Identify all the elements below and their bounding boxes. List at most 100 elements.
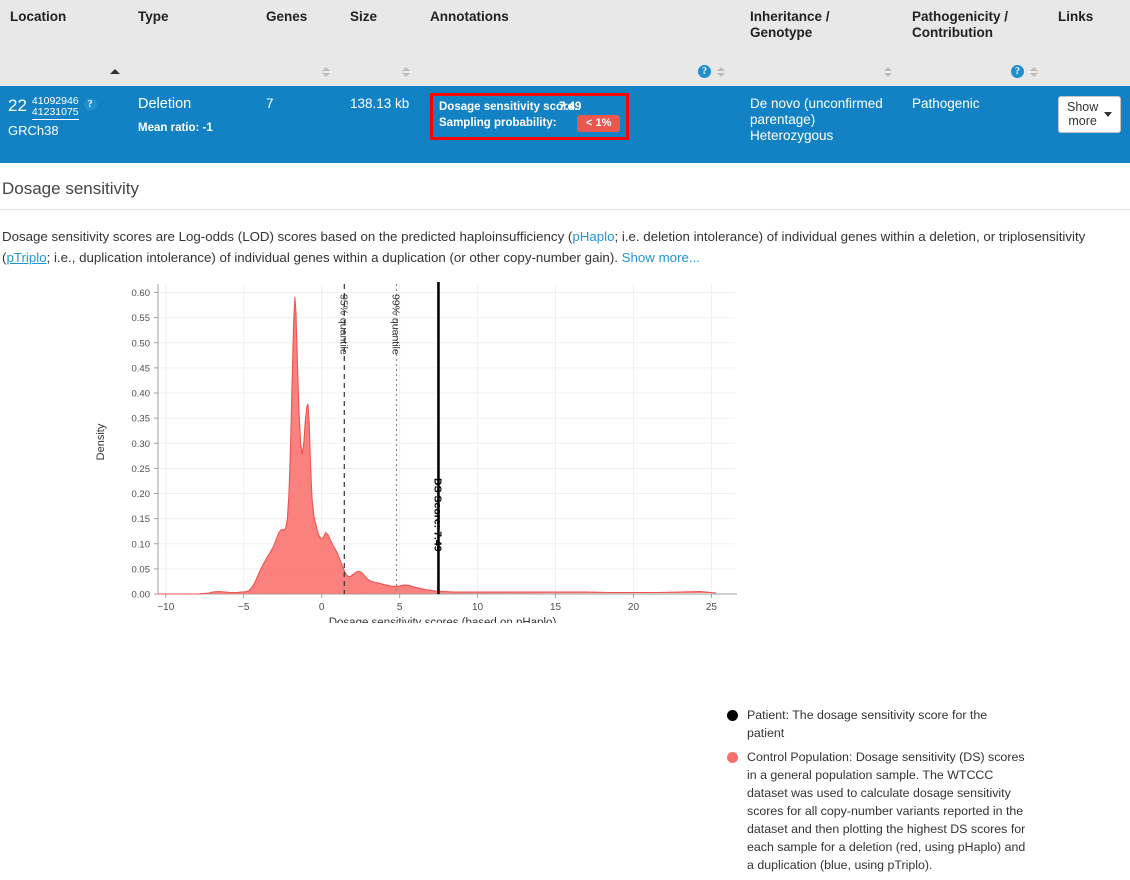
density-plot-svg: 0.00 0.05 0.10 0.15 0.20 0.25 0.30 0.35 0.40 0.45… [95,282,737,623]
annotation-dosage-score-value: 7.49 [559,101,582,113]
svg-text:−5: −5 [238,602,250,613]
svg-text:−10: −10 [157,602,174,613]
sort-cell-annotations: ? [420,57,740,86]
variant-table: Location Type Genes Size Annotations Inh… [0,0,1130,163]
svg-text:0.45: 0.45 [132,363,151,374]
svg-text:0.50: 0.50 [132,338,151,349]
sort-ascending-icon[interactable] [110,69,120,74]
column-header-location[interactable]: Location [0,0,128,57]
svg-text:0.15: 0.15 [132,514,151,525]
legend-label: Control Population: Dosage sensitivity (… [747,750,1026,872]
svg-text:0.05: 0.05 [132,564,151,575]
sort-cell-links [1048,57,1130,86]
legend-label: Patient: The dosage sensitivity score fo… [747,708,988,740]
svg-text:Dosage sensitivity scores (bas: Dosage sensitivity scores (based on pHap… [329,617,557,623]
desc-part-1: Dosage sensitivity scores are Log-odds (… [2,229,573,244]
cell-type: Deletion Mean ratio: -1 [128,86,256,163]
svg-text:0.00: 0.00 [132,590,151,601]
dosage-sensitivity-section: Dosage sensitivity Dosage sensitivity sc… [0,163,1130,268]
chevron-down-icon [1104,111,1113,117]
mean-ratio: Mean ratio: -1 [138,122,213,134]
cell-annotations: Dosage sensitivity score: 7.49 Sampling … [420,86,740,163]
show-more-button[interactable]: Show more [1058,96,1122,133]
show-more-label: Show more [1067,100,1099,128]
dosage-sensitivity-chart: 0.00 0.05 0.10 0.15 0.20 0.25 0.30 0.35 0.40 0.45… [0,274,1130,872]
sort-cell-pathogenicity: ? [902,57,1048,86]
cell-inheritance: De novo (unconfirmed parentage) Heterozy… [740,86,902,163]
legend-color-dot [727,752,738,763]
svg-text:DS Score: 7.49: DS Score: 7.49 [431,478,443,552]
table-sort-row: ? ? [0,57,1130,86]
svg-text:0.30: 0.30 [132,439,151,450]
svg-text:0.10: 0.10 [132,539,151,550]
svg-text:0.20: 0.20 [132,489,151,500]
column-header-inheritance-line1: Inheritance / [750,9,830,24]
svg-text:0.25: 0.25 [132,464,151,475]
legend-item: Patient: The dosage sensitivity score fo… [727,706,1027,742]
cell-genes: 7 [266,96,274,111]
svg-text:15: 15 [550,602,562,613]
cell-location: 22 41092946 41231075 ? GRCh38 [0,86,128,163]
inheritance-line2: parentage) [750,112,816,127]
show-more-link[interactable]: Show more... [622,250,700,265]
svg-text:25: 25 [706,602,718,613]
sort-cell-type [128,57,256,86]
cell-pathogenicity: Pathogenic [912,96,980,111]
chart-legend: Patient: The dosage sensitivity score fo… [727,706,1027,880]
svg-text:95% quantile: 95% quantile [337,294,349,355]
legend-item: Control Population: Dosage sensitivity (… [727,748,1027,874]
sort-both-icon[interactable] [402,66,410,77]
sort-both-icon[interactable] [884,66,892,77]
column-header-genes[interactable]: Genes [256,0,340,57]
column-header-size[interactable]: Size [340,0,420,57]
annotation-highlight-box: Dosage sensitivity score: 7.49 Sampling … [430,93,630,140]
column-header-links: Links [1058,9,1094,24]
phaplo-link[interactable]: pHaplo [572,229,614,244]
sort-both-icon[interactable] [1030,66,1038,77]
inheritance-line1: De novo (unconfirmed [750,96,883,111]
column-header-annotations[interactable]: Annotations [420,0,740,57]
svg-text:10: 10 [472,602,484,613]
svg-text:20: 20 [628,602,640,613]
sort-cell-size [340,57,420,86]
svg-text:5: 5 [397,602,403,613]
ptriplo-link[interactable]: pTriplo [6,250,46,265]
column-header-inheritance[interactable]: Inheritance / Genotype [740,0,902,57]
column-header-inheritance-line2: Genotype [750,25,813,40]
svg-text:0.60: 0.60 [132,288,151,299]
annotation-dosage-score: Dosage sensitivity score: 7.49 [439,100,620,115]
cell-links: Show more [1048,86,1130,163]
svg-text:0: 0 [319,602,325,613]
cell-size: 138.13 kb [350,96,410,111]
table-header-row: Location Type Genes Size Annotations Inh… [0,0,1130,57]
genome-build: GRCh38 [8,123,59,138]
column-header-pathogenicity-line2: Contribution [912,25,993,40]
svg-text:99% quantile: 99% quantile [390,294,402,355]
help-icon[interactable]: ? [83,98,97,111]
svg-text:Density: Density [95,423,107,460]
sort-cell-inheritance [740,57,902,86]
genotype: Heterozygous [750,128,834,143]
sort-both-icon[interactable] [322,66,330,77]
description-text: Dosage sensitivity scores are Log-odds (… [0,210,1130,268]
chromosome-number: 22 [8,96,27,115]
column-header-pathogenicity[interactable]: Pathogenicity / Contribution [902,0,1048,57]
svg-text:0.40: 0.40 [132,389,151,400]
variant-type: Deletion [138,96,192,112]
column-header-pathogenicity-line1: Pathogenicity / [912,9,1009,24]
column-header-type[interactable]: Type [128,0,256,57]
sort-both-icon[interactable] [717,66,725,77]
legend-color-dot [727,710,738,721]
sort-cell-genes [256,57,340,86]
status-badge: < 1% [577,115,621,132]
position-range: 41092946 41231075 [31,96,79,120]
svg-text:0.55: 0.55 [132,313,151,324]
annotation-sampling-probability: Sampling probability: < 1% [439,115,621,132]
position-end: 41231075 [31,106,79,118]
page-title: Dosage sensitivity [2,179,140,198]
desc-part-3: ; i.e., duplication intolerance) of indi… [46,250,622,265]
svg-text:0.35: 0.35 [132,414,151,425]
help-icon[interactable]: ? [1011,65,1024,78]
table-row[interactable]: 22 41092946 41231075 ? GRCh38 Deletion M… [0,86,1130,163]
help-icon[interactable]: ? [698,65,711,78]
